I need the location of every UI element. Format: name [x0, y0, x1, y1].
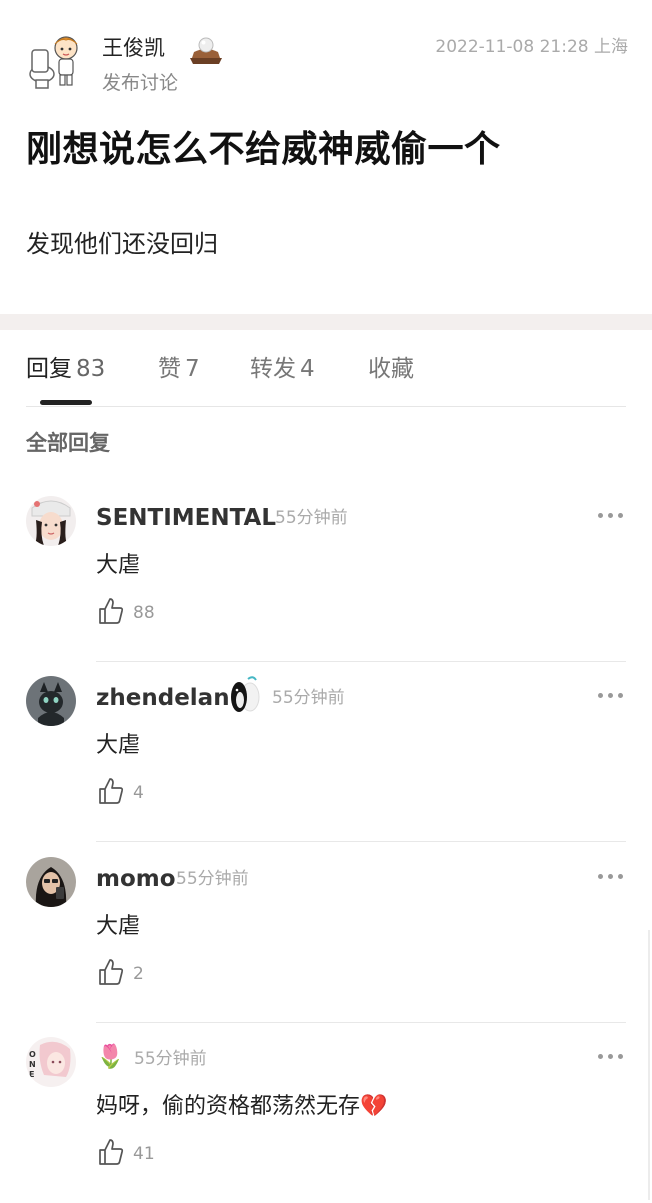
- comment-username[interactable]: momo: [96, 862, 176, 896]
- post-location: 上海: [594, 37, 628, 57]
- more-options-icon[interactable]: [598, 689, 626, 703]
- tab-label: 回复: [26, 356, 72, 382]
- svg-text:N: N: [29, 1060, 36, 1069]
- thumbs-up-icon: [99, 959, 124, 985]
- author-name[interactable]: 王俊凯: [102, 34, 165, 62]
- svg-text:E: E: [29, 1070, 34, 1079]
- comment-item: O N E 🌷 55分钟前 妈呀，偷的资格都荡然无存💔 41: [0, 1022, 652, 1203]
- comment-time: 55分钟前: [134, 1049, 207, 1069]
- thumbs-up-icon: [99, 598, 124, 624]
- cat-avatar-icon[interactable]: [26, 676, 76, 726]
- comment-text: 大虐: [96, 733, 141, 758]
- tab-count: 83: [76, 356, 106, 382]
- comment-username[interactable]: zhendelan: [96, 681, 230, 715]
- section-separator: [0, 314, 652, 330]
- tab-label: 收藏: [368, 356, 414, 382]
- comment-text: 大虐: [96, 553, 141, 578]
- comment-username[interactable]: SENTIMENTAL: [96, 501, 276, 535]
- thumbs-up-icon: [99, 1139, 124, 1165]
- more-options-icon[interactable]: [598, 1050, 626, 1064]
- post-datetime: 2022-11-08 21:28: [435, 37, 589, 57]
- comment-time: 55分钟前: [176, 869, 249, 889]
- tab-count: 4: [300, 356, 315, 382]
- pearl-on-stand-icon: [186, 32, 226, 66]
- comment-item: zhendelan 55分钟前 大虐 4: [0, 661, 652, 842]
- svg-text:O: O: [29, 1050, 36, 1059]
- scrollbar[interactable]: [648, 930, 650, 1200]
- like-count: 2: [133, 964, 144, 984]
- tab-likes[interactable]: 赞7: [158, 352, 200, 386]
- comment-time: 55分钟前: [272, 688, 345, 708]
- all-replies-heading: 全部回复: [26, 431, 110, 455]
- woman-avatar-icon[interactable]: [26, 857, 76, 907]
- comment-item: momo 55分钟前 大虐 2: [0, 842, 652, 1023]
- comment-text: 妈呀，偷的资格都荡然无存💔: [96, 1094, 388, 1119]
- penguin-badge-icon: [226, 675, 262, 719]
- tab-label: 赞: [158, 356, 181, 382]
- cartoon-toilet-kid-icon: [29, 36, 78, 89]
- more-options-icon[interactable]: [598, 870, 626, 884]
- tabs-divider: [26, 406, 626, 407]
- comment-username[interactable]: 🌷: [96, 1040, 125, 1074]
- tab-replies[interactable]: 回复 83: [26, 352, 105, 386]
- tab-reposts[interactable]: 转发 4: [250, 352, 315, 386]
- post-timestamp: 2022-11-08 21:28 上海: [435, 36, 628, 58]
- active-tab-indicator: [40, 400, 92, 405]
- tab-label: 转发: [250, 356, 296, 382]
- anime-avatar-icon[interactable]: O N E: [26, 1037, 76, 1087]
- comment-time: 55分钟前: [275, 508, 348, 528]
- post-title: 刚想说怎么不给威神威偷一个: [26, 129, 501, 170]
- thumbs-up-icon: [99, 778, 124, 804]
- author-avatar[interactable]: [26, 30, 86, 90]
- comment-text: 大虐: [96, 914, 141, 939]
- tab-favorites[interactable]: 收藏: [368, 352, 414, 386]
- post-type-label: 发布讨论: [102, 72, 179, 94]
- comment-item: SENTIMENTAL 55分钟前 大虐 88: [0, 481, 652, 662]
- like-count: 4: [133, 783, 144, 803]
- tab-count: 7: [185, 356, 200, 382]
- post-tabs: 回复 83 赞7 转发 4 收藏: [0, 330, 652, 406]
- more-options-icon[interactable]: [598, 509, 626, 523]
- like-count: 88: [133, 603, 155, 623]
- post-body: 发现他们还没回归: [26, 230, 218, 258]
- like-count: 41: [133, 1144, 155, 1164]
- girl-avatar-icon[interactable]: [26, 496, 76, 546]
- post-header: 王俊凯 发布讨论 2022-11-08 21:28 上海: [0, 0, 652, 110]
